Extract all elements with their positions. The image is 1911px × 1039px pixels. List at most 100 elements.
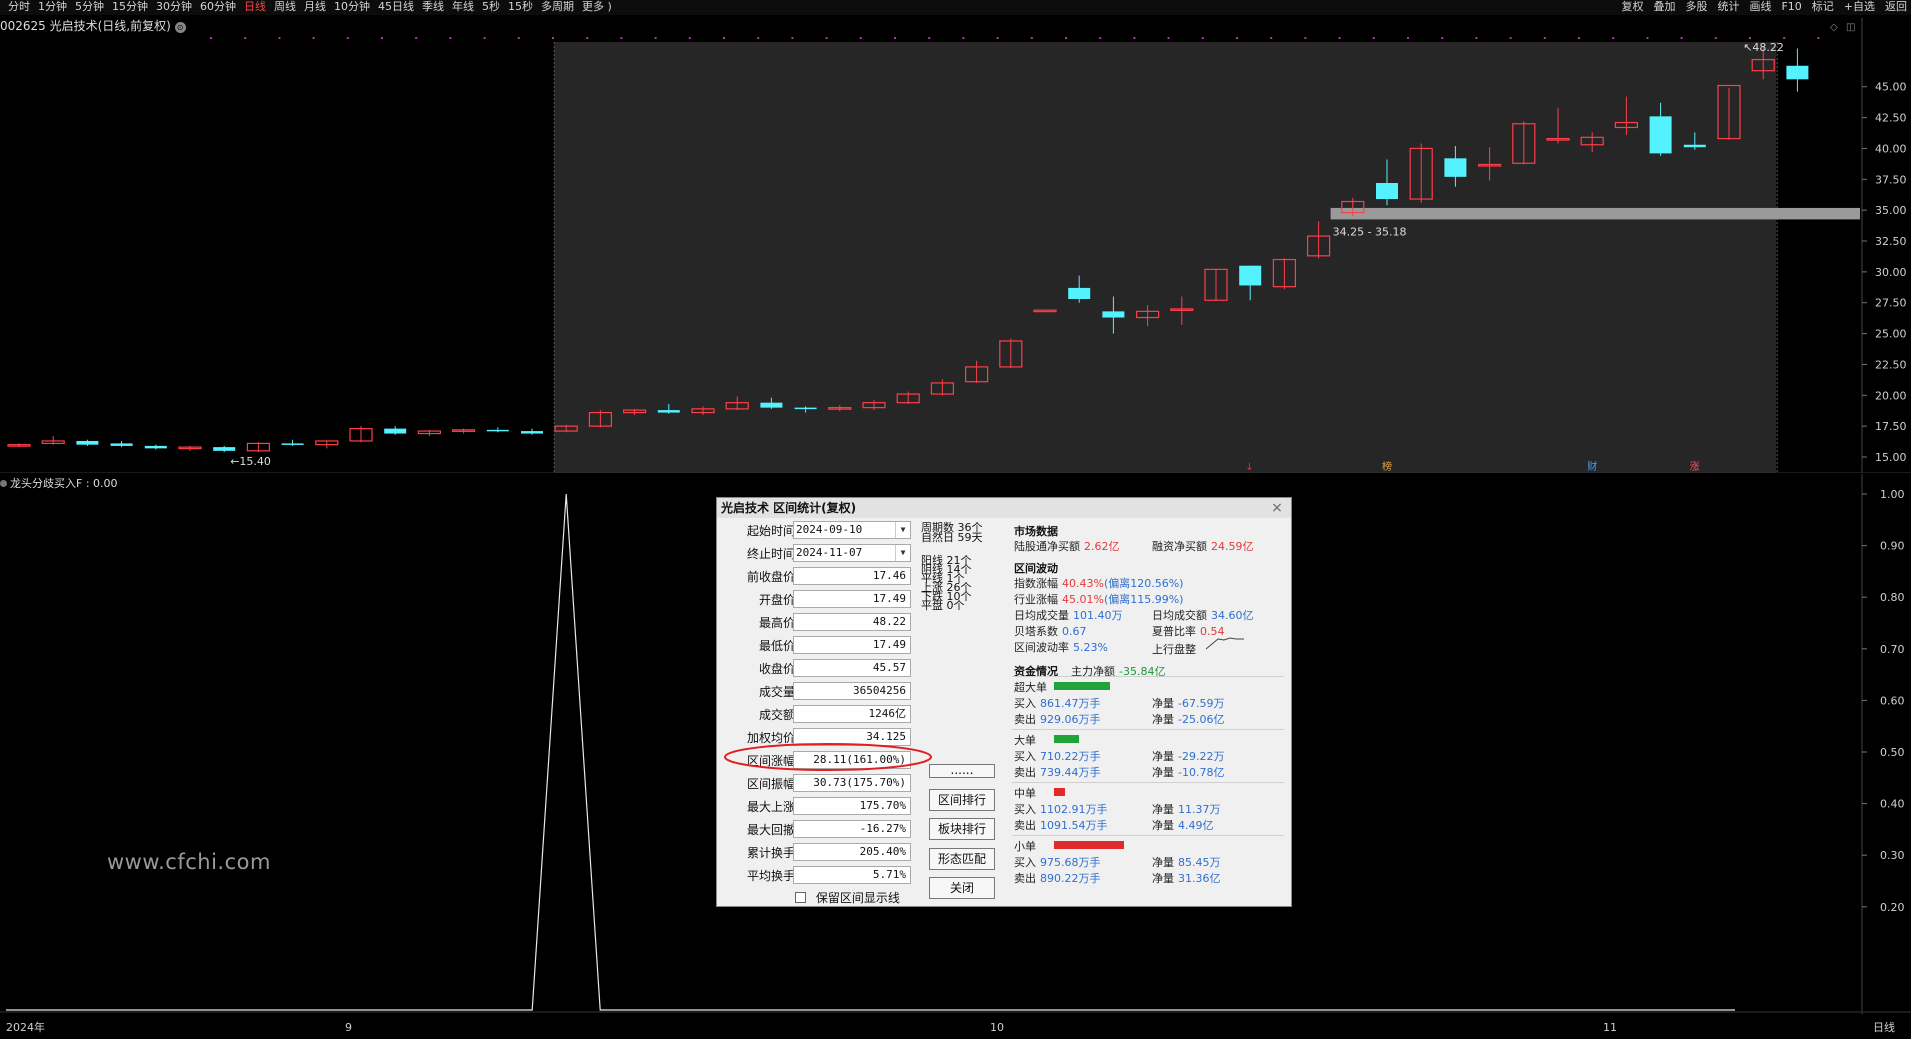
period-stats: 周期数 36个 自然日 59天 阳线 21个 阴线 14个 平线 1个 上涨 26个 下跌 … — [921, 520, 1011, 640]
dialog-title: 光启技术 区间统计(复权) — [717, 498, 1291, 518]
signal-dot — [1749, 37, 1751, 39]
group-net-amount-value: 31.36亿 — [1178, 872, 1221, 885]
period-tab[interactable]: 10分钟 — [334, 0, 370, 14]
period-tab[interactable]: 分时 — [8, 0, 30, 14]
signal-dot — [1646, 37, 1649, 39]
stat-value-text: 2024-09-10 — [796, 523, 863, 536]
sector-rank-button[interactable]: 板块排行 — [929, 818, 995, 840]
candle — [76, 439, 99, 446]
period-tab[interactable]: 5秒 — [482, 0, 500, 14]
signal-dot — [1578, 37, 1580, 39]
beta-label: 贝塔系数 — [1014, 625, 1058, 638]
event-marker[interactable]: ↓ — [1245, 462, 1253, 473]
chevron-down-icon[interactable]: ▼ — [895, 545, 910, 561]
price-tick-label: 37.50 — [1875, 173, 1907, 186]
group-net-amount-label: 净量 — [1152, 819, 1174, 832]
candle — [1786, 48, 1809, 92]
signal-dot — [1167, 37, 1170, 39]
period-tab[interactable]: 15秒 — [508, 0, 533, 14]
highlight-ellipse — [724, 743, 932, 771]
group-net-volume-value: 85.45万 — [1178, 856, 1221, 869]
ind-tick-label: 0.40 — [1880, 798, 1905, 811]
candlestick-chart[interactable]: 45.00 42.50 40.00 37.50 35.00 32.50 30.00 27.50… — [0, 18, 1911, 473]
order-group-name: 小单 — [1014, 840, 1036, 853]
group-net-amount: 净量 -25.06亿 — [1152, 711, 1224, 727]
x-axis-label: 9 — [345, 1021, 352, 1034]
period-tab[interactable]: 月线 — [304, 0, 326, 14]
period-tab[interactable]: 30分钟 — [156, 0, 192, 14]
signal-dot — [1236, 37, 1238, 39]
pattern-match-button[interactable]: 形态匹配 — [929, 848, 995, 870]
period-tab[interactable]: 季线 — [422, 0, 444, 14]
trend-sparkline — [1206, 637, 1244, 650]
candle — [213, 445, 236, 453]
group-buy-value: 975.68万手 — [1040, 856, 1101, 869]
stat-label: 起始时间 — [746, 524, 795, 538]
toolbar-button[interactable]: 叠加 — [1653, 0, 1675, 14]
stat-value: 17.49 — [793, 636, 911, 654]
checkbox-icon[interactable] — [795, 892, 806, 903]
window-icon[interactable]: ◫ — [1846, 22, 1855, 33]
range-rank-button[interactable]: 区间排行 — [929, 789, 995, 811]
event-marker[interactable]: 榜 — [1382, 460, 1392, 473]
period-label: 日线 — [1873, 1020, 1895, 1034]
group-sell-label: 卖出 — [1014, 766, 1036, 779]
price-tick-label: 42.50 — [1875, 112, 1907, 125]
toolbar-button[interactable]: 标记 — [1812, 0, 1834, 14]
chevron-down-icon[interactable]: ▼ — [895, 522, 910, 538]
beta-value: 0.67 — [1062, 625, 1087, 638]
stat-label: 最大上涨 — [746, 800, 795, 814]
more-button[interactable]: ...... — [929, 764, 995, 778]
toolbar-button[interactable]: 画线 — [1749, 0, 1771, 14]
signal-dot — [415, 37, 418, 39]
toolbar-button[interactable]: F10 — [1781, 0, 1801, 14]
stat-value-text: 36504256 — [853, 684, 906, 697]
signal-dot — [1030, 37, 1033, 39]
volatility-rate-label: 区间波动率 — [1014, 641, 1069, 654]
settings-icon[interactable]: ⊙ — [174, 22, 186, 33]
range-band — [1330, 207, 1860, 220]
x-axis-label: 2024年 — [6, 1020, 45, 1034]
toolbar-button[interactable]: 复权 — [1621, 0, 1643, 14]
keep-range-checkbox[interactable]: 保留区间显示线 — [795, 889, 900, 906]
period-tab[interactable]: 年线 — [452, 0, 474, 14]
close-icon[interactable]: × — [1269, 500, 1285, 516]
candle — [246, 442, 270, 453]
group-net-volume-label: 净量 — [1152, 750, 1174, 763]
ind-tick-label: 0.50 — [1880, 746, 1905, 759]
toolbar-button[interactable]: +自选 — [1844, 0, 1875, 14]
period-tab[interactable]: 日线 — [244, 0, 266, 14]
signal-dot — [1543, 37, 1546, 39]
stat-row: 开盘价 17.49 — [717, 589, 917, 609]
stat-value: 5.71% — [793, 866, 911, 884]
period-tab[interactable]: 多周期 — [541, 0, 574, 14]
date-picker[interactable]: 2024-09-10 ▼ — [793, 521, 911, 539]
toolbar-button[interactable]: 多股 — [1685, 0, 1707, 14]
period-stat: 自然日 59天 — [921, 531, 983, 544]
close-button[interactable]: 关闭 — [929, 877, 995, 899]
date-picker[interactable]: 2024-11-07 ▼ — [793, 544, 911, 562]
diamond-icon[interactable]: ◇ — [1830, 22, 1838, 33]
stat-value: 205.40% — [793, 843, 911, 861]
group-net-volume: 净量 85.45万 — [1152, 854, 1221, 870]
group-sell-value: 1091.54万手 — [1040, 819, 1108, 832]
event-marker[interactable]: 涨 — [1690, 461, 1700, 473]
period-tab[interactable]: 60分钟 — [200, 0, 236, 14]
period-tab[interactable]: 更多 ) — [582, 0, 612, 14]
period-tab[interactable]: 1分钟 — [38, 0, 67, 14]
toolbar-button[interactable]: 统计 — [1717, 0, 1739, 14]
stat-value-text: -16.27% — [859, 822, 906, 835]
signal-dot — [1817, 37, 1820, 39]
stats-fields: 起始时间 2024-09-10 ▼ 终止时间 2024-11-07 ▼ 前收盘价 17.46 开… — [717, 520, 927, 906]
index-deviation: (偏离120.56%) — [1103, 577, 1184, 590]
index-change-value: 40.43% — [1062, 577, 1104, 590]
period-tab[interactable]: 45日线 — [378, 0, 414, 14]
event-marker[interactable]: 财 — [1587, 460, 1597, 473]
period-tab[interactable]: 15分钟 — [112, 0, 148, 14]
period-tab[interactable]: 5分钟 — [75, 0, 104, 14]
period-tab[interactable]: 周线 — [274, 0, 296, 14]
signal-dot — [1714, 37, 1717, 39]
signal-dot — [1133, 37, 1136, 39]
signal-dot — [517, 37, 520, 39]
toolbar-button[interactable]: 返回 — [1885, 0, 1907, 14]
